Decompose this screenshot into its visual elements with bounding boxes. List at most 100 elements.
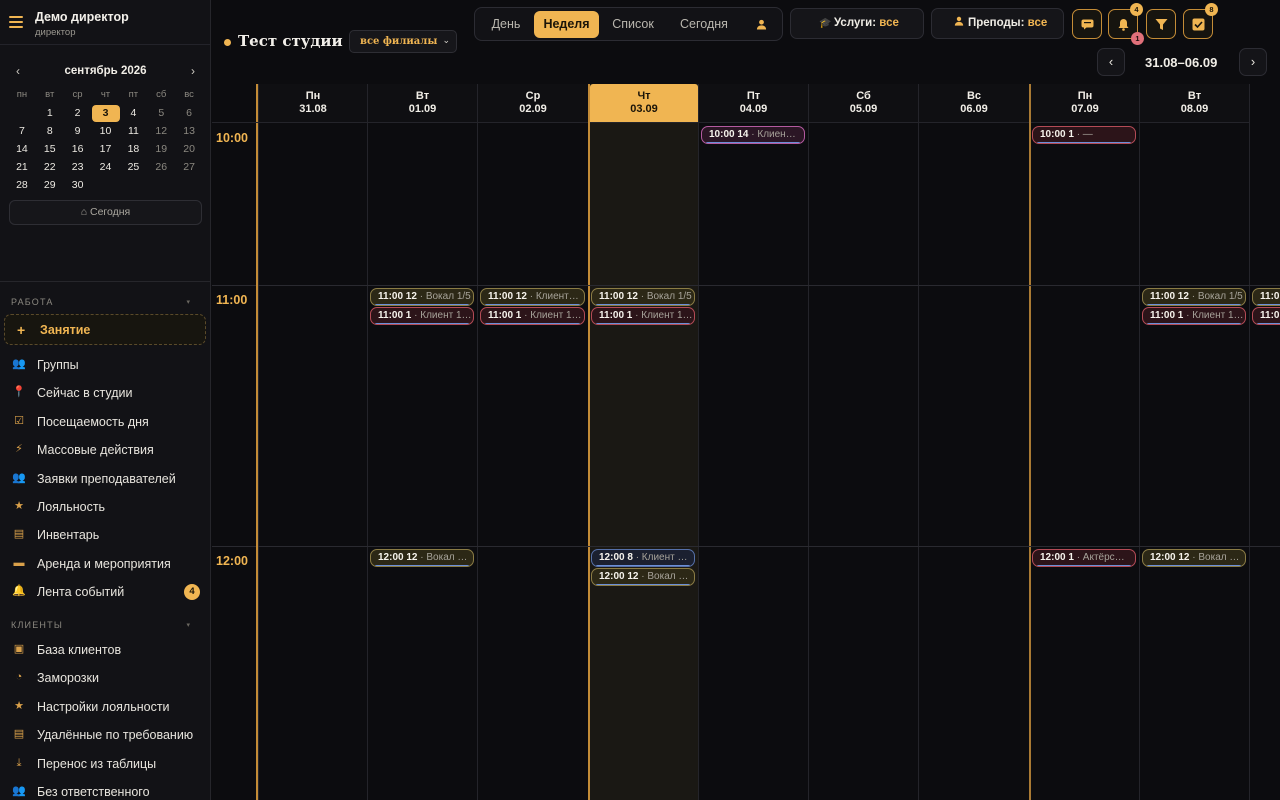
lesson-event[interactable]: 10:00 1 · —: [1032, 126, 1136, 144]
lesson-event[interactable]: 11:00 1 · Клиент 1…: [370, 307, 474, 325]
mini-calendar-day[interactable]: 16: [64, 140, 92, 158]
mini-calendar-day[interactable]: 11: [120, 122, 148, 140]
sidebar-item[interactable]: 👥 Группы: [0, 352, 210, 378]
day-column[interactable]: Пн 07.09: [1029, 84, 1139, 800]
tasks-button[interactable]: 8: [1183, 3, 1218, 39]
view-list-button[interactable]: Список: [603, 11, 663, 38]
mini-calendar-day[interactable]: 29: [36, 176, 64, 194]
mini-calendar-day[interactable]: 19: [147, 140, 175, 158]
day-column[interactable]: Сб 05.09: [808, 84, 918, 800]
mini-calendar-day[interactable]: 17: [92, 140, 120, 158]
day-header[interactable]: Пт 04.09: [699, 84, 808, 123]
chat-button[interactable]: [1072, 9, 1102, 39]
mini-calendar-day[interactable]: 14: [8, 140, 36, 158]
branch-select[interactable]: все филиалы ⌄: [349, 30, 457, 53]
mini-calendar-day[interactable]: 10: [92, 122, 120, 140]
view-day-button[interactable]: День: [478, 11, 534, 38]
sidebar-item[interactable]: 👥 Заявки преподавателей: [0, 466, 210, 492]
lesson-event[interactable]: 11:00 1 · Клиент 1…: [480, 307, 585, 325]
day-header[interactable]: Пн 07.09: [1031, 84, 1139, 123]
lesson-event[interactable]: 12:00 1 · Актёрс…: [1032, 549, 1136, 567]
lesson-event[interactable]: 10:00 14 · Клиен…: [701, 126, 805, 144]
range-next-button[interactable]: ›: [1239, 48, 1267, 76]
mini-calendar-day[interactable]: 26: [147, 158, 175, 176]
mini-calendar-day[interactable]: 21: [8, 158, 36, 176]
notifications-button[interactable]: 4 1: [1108, 3, 1144, 45]
mini-calendar-day[interactable]: 23: [64, 158, 92, 176]
sidebar-item[interactable]: ▬ Аренда и мероприятия: [0, 551, 210, 577]
mini-calendar-day[interactable]: 24: [92, 158, 120, 176]
day-column[interactable]: Чт 03.09: [588, 84, 698, 800]
sidebar-item[interactable]: ★ Настройки лояльности: [0, 694, 210, 720]
view-today-button[interactable]: Сегодня: [669, 11, 739, 38]
range-prev-button[interactable]: ‹: [1097, 48, 1125, 76]
sidebar-item[interactable]: ⚡ Массовые действия: [0, 437, 210, 463]
mini-calendar-day[interactable]: 15: [36, 140, 64, 158]
lesson-event[interactable]: 12:00 12 · Вокал …: [1142, 549, 1246, 567]
mini-calendar-day[interactable]: 2: [64, 104, 92, 122]
day-header[interactable]: Вс 06.09: [919, 84, 1029, 123]
lesson-event[interactable]: 11:00 1 · Клиент 1…: [1142, 307, 1246, 325]
services-filter[interactable]: 🎓 Услуги: все: [790, 8, 924, 39]
mini-calendar-day[interactable]: 27: [175, 158, 203, 176]
sidebar-item[interactable]: ▤ Инвентарь: [0, 522, 210, 548]
view-person-button[interactable]: [743, 11, 779, 38]
mini-calendar-day[interactable]: 25: [120, 158, 148, 176]
mini-calendar-day[interactable]: 13: [175, 122, 203, 140]
view-week-button[interactable]: Неделя: [534, 11, 599, 38]
sidebar-item[interactable]: ⤓ Перенос из таблицы: [0, 751, 210, 777]
sidebar-item[interactable]: ★ Лояльность: [0, 494, 210, 520]
lesson-event[interactable]: 12:00 8 · Клиент …: [591, 549, 695, 567]
mini-calendar-day[interactable]: 6: [175, 104, 203, 122]
sidebar-item[interactable]: ☑ Посещаемость дня: [0, 409, 210, 435]
mini-calendar-day[interactable]: 7: [8, 122, 36, 140]
mini-calendar-day[interactable]: 22: [36, 158, 64, 176]
filter-button[interactable]: [1146, 9, 1176, 39]
lesson-event[interactable]: 11:00 12 · Вокал 1/5: [1142, 288, 1246, 306]
teachers-filter[interactable]: Преподы: все: [931, 8, 1064, 39]
mini-calendar-day[interactable]: 30: [64, 176, 92, 194]
mini-calendar-today-button[interactable]: ⌂ Сегодня: [9, 200, 202, 225]
collapse-work-icon[interactable]: ▾: [186, 298, 190, 306]
day-header[interactable]: Вт 01.09: [368, 84, 477, 123]
lesson-event[interactable]: 11:00 12 · Вокал 1/5: [370, 288, 474, 306]
mini-calendar-day[interactable]: 1: [36, 104, 64, 122]
lesson-event[interactable]: 11:00 1 · Клиент 1…: [591, 307, 695, 325]
day-column[interactable]: Вс 06.09: [918, 84, 1029, 800]
lesson-event[interactable]: 11:00 12 · Клиент…: [480, 288, 585, 306]
lesson-event[interactable]: 12:00 12 · Вокал …: [591, 568, 695, 586]
mini-calendar-day[interactable]: 20: [175, 140, 203, 158]
lesson-event[interactable]: 12:00 12 · Вокал …: [370, 549, 474, 567]
day-header[interactable]: Вт 08.09: [1140, 84, 1249, 123]
sidebar-item[interactable]: 👥 Без ответственного: [0, 779, 210, 800]
day-column[interactable]: Пт 04.09: [698, 84, 808, 800]
mini-calendar-day[interactable]: 4: [120, 104, 148, 122]
day-header[interactable]: Пн 31.08: [259, 84, 367, 123]
sidebar-item[interactable]: ◔ Заморозки: [0, 665, 210, 691]
mini-calendar-next-button[interactable]: ›: [185, 64, 201, 78]
day-header[interactable]: Чт 03.09: [590, 84, 698, 123]
new-lesson-button[interactable]: + Занятие: [4, 314, 206, 345]
sidebar-item[interactable]: 🔔 Лента событий 4: [0, 579, 210, 605]
day-column[interactable]: Пн 31.08: [258, 84, 367, 800]
mini-calendar-day[interactable]: 3: [91, 104, 120, 122]
lesson-event[interactable]: 11:0: [1252, 288, 1280, 306]
day-header[interactable]: Сб 05.09: [809, 84, 918, 123]
mini-calendar-day[interactable]: 8: [36, 122, 64, 140]
day-column[interactable]: Ср 02.09: [477, 84, 588, 800]
lesson-event[interactable]: 11:0: [1252, 307, 1280, 325]
mini-calendar-day[interactable]: 9: [64, 122, 92, 140]
lesson-event[interactable]: 11:00 12 · Вокал 1/5: [591, 288, 695, 306]
day-column[interactable]: Вт 08.09: [1139, 84, 1249, 800]
mini-calendar-day[interactable]: 28: [8, 176, 36, 194]
menu-icon[interactable]: [9, 16, 23, 28]
sidebar-item[interactable]: 📍 Сейчас в студии: [0, 380, 210, 406]
mini-calendar-day[interactable]: 12: [147, 122, 175, 140]
day-column[interactable]: Вт 01.09: [367, 84, 477, 800]
sidebar-item[interactable]: ▣ База клиентов: [0, 637, 210, 663]
mini-calendar-day[interactable]: 5: [147, 104, 175, 122]
collapse-clients-icon[interactable]: ▾: [186, 621, 190, 629]
day-header[interactable]: Ср 02.09: [478, 84, 588, 123]
sidebar-item[interactable]: ▤ Удалённые по требованию: [0, 722, 210, 748]
mini-calendar-day[interactable]: 18: [120, 140, 148, 158]
